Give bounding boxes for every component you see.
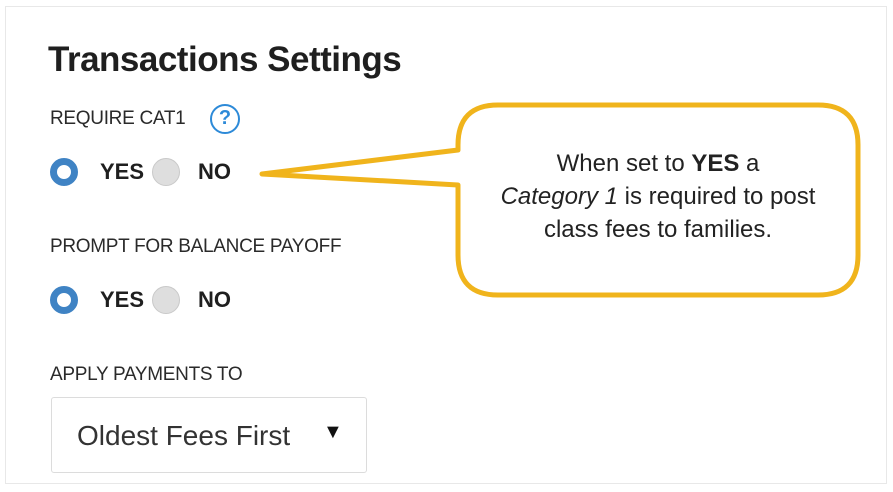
callout-text: When set to YES a Category 1 is required … [500,150,816,243]
callout-bubble [259,102,861,298]
